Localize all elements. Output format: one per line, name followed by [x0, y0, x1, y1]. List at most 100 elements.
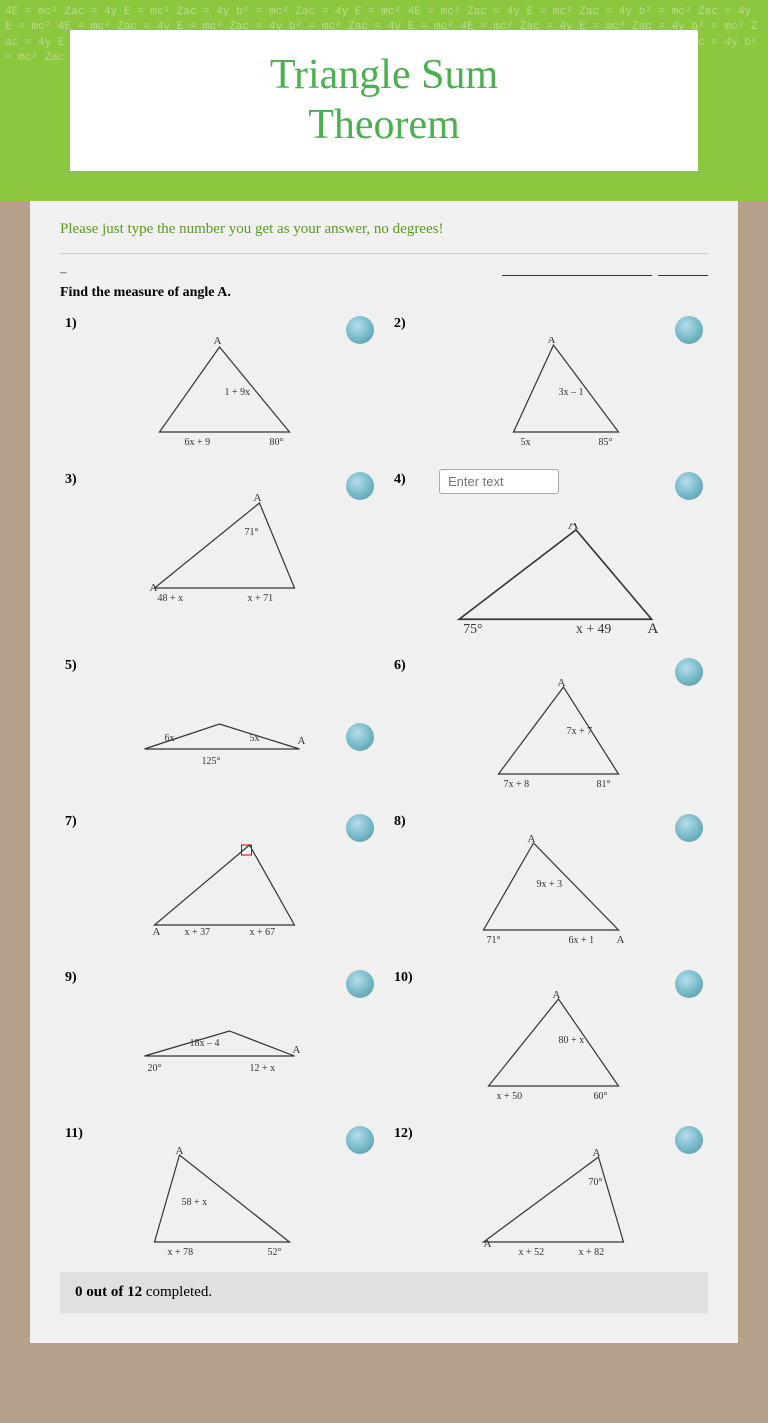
svg-text:80°: 80° [270, 437, 284, 447]
svg-text:x + 37: x + 37 [185, 927, 211, 938]
triangle-svg-10: A 80 + x x + 50 60° [394, 991, 703, 1101]
triangle-3: A 71° 48 + x x + 71 A [65, 493, 374, 603]
svg-text:71°: 71° [487, 935, 501, 945]
completion-bar: 0 out of 12 completed. [60, 1272, 708, 1313]
problem-10-number: 10) [394, 970, 703, 986]
svg-text:A: A [214, 337, 222, 347]
problem-1-number: 1) [65, 316, 374, 332]
instruction-text: Please just type the number you get as y… [60, 221, 708, 238]
triangle-svg-6: A 7x + 7 7x + 8 81° [394, 679, 703, 789]
triangle-svg-8: A 9x + 3 71° 6x + 1 A [394, 835, 703, 945]
svg-text:x + 82: x + 82 [579, 1247, 605, 1257]
svg-text:1 + 9x: 1 + 9x [225, 387, 251, 398]
problem-6-number: 6) [394, 658, 703, 674]
svg-text:6x + 1: 6x + 1 [569, 935, 595, 945]
svg-text:A: A [150, 582, 158, 594]
svg-text:52°: 52° [268, 1247, 282, 1257]
svg-text:75°: 75° [463, 621, 482, 633]
svg-text:x + 49: x + 49 [576, 621, 611, 633]
problem-5: 5) A 6x 5x 125° [60, 653, 379, 794]
problem-12-number: 12) [394, 1126, 703, 1142]
svg-text:80 + x: 80 + x [559, 1035, 585, 1046]
problem-8-number: 8) [394, 814, 703, 830]
problem-12: 12) A 70° A x + 52 x + 82 [389, 1121, 708, 1262]
divider [60, 253, 708, 254]
svg-text:71°: 71° [245, 527, 259, 538]
svg-text:9x + 3: 9x + 3 [537, 879, 563, 890]
triangle-4: A 75° x + 49 A [394, 523, 703, 633]
svg-text:5x: 5x [521, 437, 531, 447]
svg-text:70°: 70° [589, 1177, 603, 1188]
svg-text:A: A [254, 493, 262, 504]
main-content: Please just type the number you get as y… [30, 201, 738, 1343]
problem-6: 6) A 7x + 7 7x + 8 81° [389, 653, 708, 794]
triangle-1: A 1 + 9x 6x + 9 80° [65, 337, 374, 447]
svg-text:125°: 125° [202, 756, 221, 767]
triangle-7: A x + 37 x + 67 [65, 835, 374, 945]
svg-text:A: A [484, 1238, 492, 1250]
svg-text:A: A [298, 735, 306, 747]
problem-8: 8) A 9x + 3 71° 6x + 1 A [389, 809, 708, 950]
triangle-6: A 7x + 7 7x + 8 81° [394, 679, 703, 789]
svg-text:20°: 20° [148, 1063, 162, 1074]
svg-text:A: A [568, 523, 579, 533]
triangle-9: A 20° 18x – 4 12 + x [65, 991, 374, 1101]
answer-bubble-5[interactable] [346, 723, 374, 751]
triangle-svg-1: A 1 + 9x 6x + 9 80° [65, 337, 374, 447]
svg-text:x + 78: x + 78 [168, 1247, 194, 1257]
svg-text:18x – 4: 18x – 4 [190, 1038, 220, 1049]
problem-7: 7) A x + 37 x + 67 [60, 809, 379, 950]
name-line [502, 264, 709, 280]
svg-text:7x + 7: 7x + 7 [567, 726, 593, 737]
triangle-svg-2: A 3x – 1 5x 85° [394, 337, 703, 447]
problem-11: 11) A 58 + x x + 78 52° [60, 1121, 379, 1262]
problem-4: 4) A 75° x + 49 A [389, 467, 708, 638]
svg-text:A: A [153, 926, 161, 938]
problem-9: 9) A 20° 18x – 4 12 + x [60, 965, 379, 1106]
problem-7-number: 7) [65, 814, 374, 830]
answer-input-4[interactable] [439, 469, 559, 494]
triangle-svg-3: A 71° 48 + x x + 71 A [65, 493, 374, 603]
svg-text:12 + x: 12 + x [250, 1063, 276, 1074]
problem-10: 10) A 80 + x x + 50 60° [389, 965, 708, 1106]
svg-text:60°: 60° [594, 1091, 608, 1101]
svg-text:3x – 1: 3x – 1 [559, 387, 584, 398]
svg-text:58 + x: 58 + x [182, 1197, 208, 1208]
completion-text: completed. [146, 1284, 212, 1300]
title-box: Triangle SumTheorem [70, 30, 698, 171]
triangle-11: A 58 + x x + 78 52° [65, 1147, 374, 1257]
svg-text:48 + x: 48 + x [158, 593, 184, 603]
svg-text:A: A [293, 1044, 301, 1056]
svg-text:x + 67: x + 67 [250, 927, 276, 938]
problem-1: 1) A 1 + 9x 6x + 9 80° [60, 311, 379, 452]
svg-text:A: A [593, 1147, 601, 1159]
svg-text:A: A [553, 991, 561, 1001]
problem-2: 2) A 3x – 1 5x 85° [389, 311, 708, 452]
header-section: Triangle SumTheorem [0, 0, 768, 201]
problems-grid: 1) A 1 + 9x 6x + 9 80° 2) A [60, 311, 708, 1262]
svg-text:x + 52: x + 52 [519, 1247, 545, 1257]
problem-3-number: 3) [65, 472, 374, 488]
svg-text:85°: 85° [599, 437, 613, 447]
name-row: – [60, 264, 708, 280]
triangle-svg-9: A 20° 18x – 4 12 + x [65, 991, 374, 1101]
svg-text:5x: 5x [250, 733, 260, 744]
triangle-svg-4: A 75° x + 49 A [394, 523, 703, 633]
svg-text:A: A [558, 679, 566, 689]
svg-text:x + 50: x + 50 [497, 1091, 523, 1101]
triangle-svg-5: A 6x 5x 125° [65, 679, 374, 789]
svg-text:6x + 9: 6x + 9 [185, 437, 211, 447]
bottom-background [0, 1343, 768, 1423]
svg-text:81°: 81° [597, 779, 611, 789]
find-instruction: Find the measure of angle A. [60, 285, 708, 301]
answer-bubble-4[interactable] [675, 472, 703, 500]
triangle-svg-12: A 70° A x + 52 x + 82 [394, 1147, 703, 1257]
svg-text:A: A [548, 337, 556, 346]
name-dash: – [60, 264, 67, 280]
page-title: Triangle SumTheorem [100, 50, 668, 151]
triangle-8: A 9x + 3 71° 6x + 1 A [394, 835, 703, 945]
problem-2-number: 2) [394, 316, 703, 332]
problem-11-number: 11) [65, 1126, 374, 1142]
problem-9-number: 9) [65, 970, 374, 986]
triangle-12: A 70° A x + 52 x + 82 [394, 1147, 703, 1257]
